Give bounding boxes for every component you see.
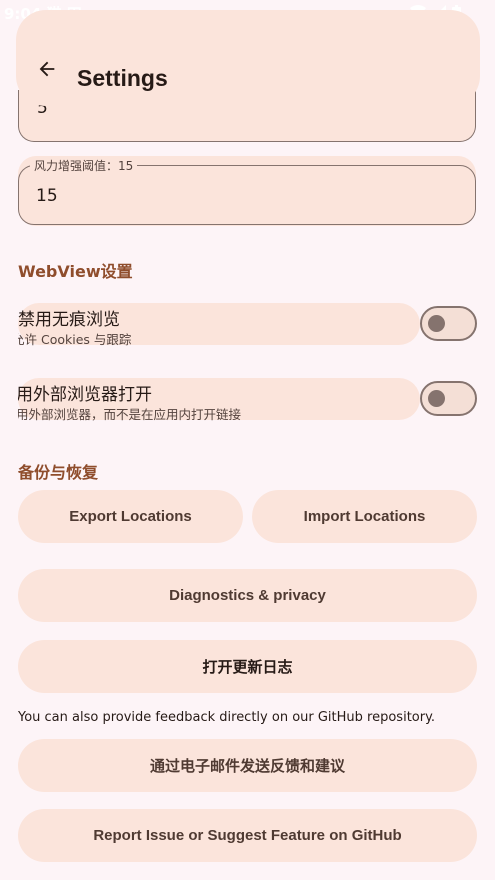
feedback-note: You can also provide feedback directly o…: [18, 710, 436, 725]
import-locations-button[interactable]: Import Locations: [252, 490, 477, 543]
pref-disable-incognito-title: 禁用无痕浏览: [18, 310, 120, 330]
pref-external-browser-summary: 用外部浏览器，而不是在应用内打开链接: [18, 407, 242, 422]
wind-threshold-value[interactable]: 15: [36, 186, 58, 206]
export-locations-button[interactable]: Export Locations: [18, 490, 243, 543]
wind-threshold-field[interactable]: [18, 165, 476, 225]
email-feedback-button[interactable]: 通过电子邮件发送反馈和建议: [18, 739, 477, 792]
page-title: Settings: [77, 65, 168, 91]
external-browser-toggle[interactable]: [420, 381, 477, 416]
wind-threshold-label: 风力增强阈值：15: [30, 157, 138, 174]
open-changelog-button[interactable]: 打开更新日志: [18, 640, 477, 693]
top-app-bar: Settings: [16, 10, 480, 106]
toggle-thumb: [428, 315, 445, 332]
pref-disable-incognito-summary: 允许 Cookies 与跟踪: [18, 332, 132, 347]
section-title-backup: 备份与恢复: [18, 463, 99, 482]
arrow-left-icon: [39, 61, 55, 77]
back-button[interactable]: [34, 56, 60, 82]
toggle-thumb: [428, 390, 445, 407]
disable-incognito-toggle[interactable]: [420, 306, 477, 341]
pref-external-browser-title: 用外部浏览器打开: [18, 385, 152, 405]
section-title-webview: WebView设置: [18, 262, 133, 281]
diagnostics-privacy-button[interactable]: Diagnostics & privacy: [18, 569, 477, 622]
github-report-button[interactable]: Report Issue or Suggest Feature on GitHu…: [18, 809, 477, 862]
